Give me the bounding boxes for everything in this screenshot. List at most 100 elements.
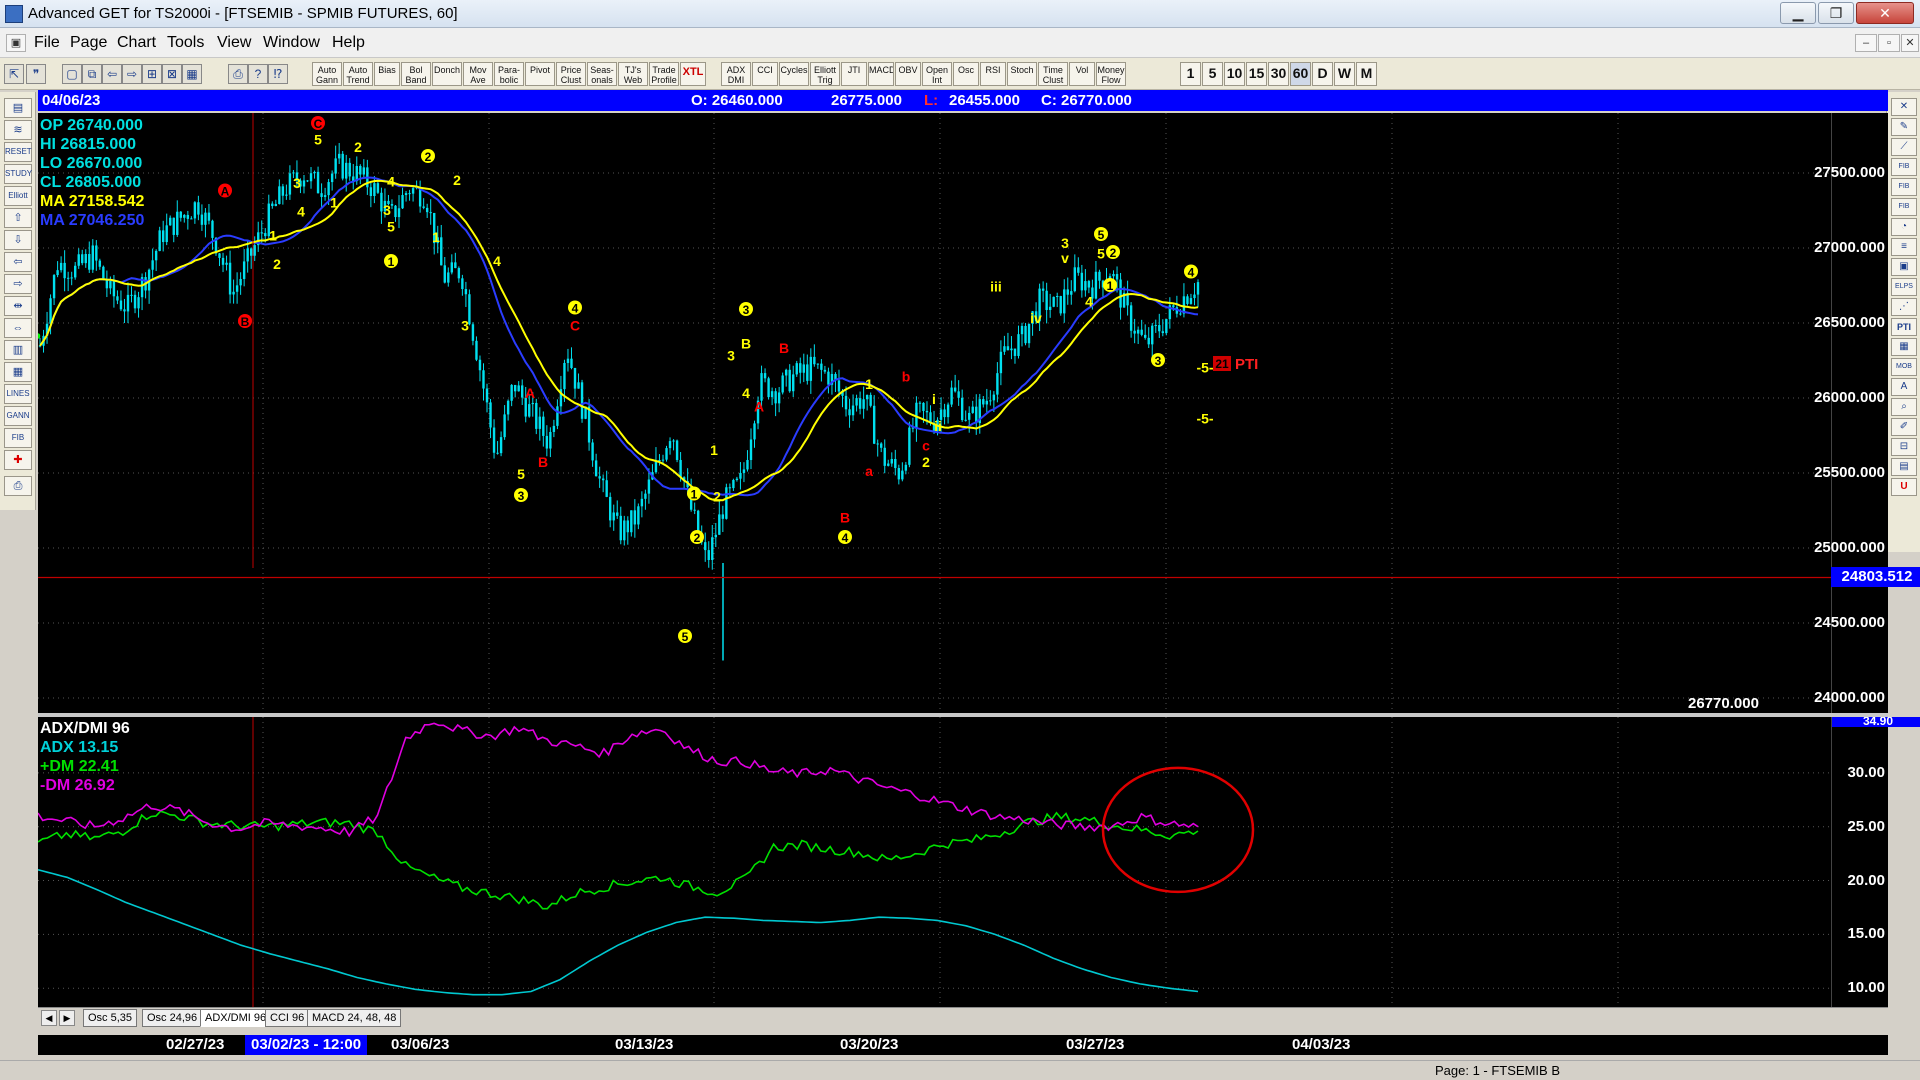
arrow-down-icon[interactable]: ⇩	[4, 230, 32, 250]
toolbar-button-rsi[interactable]: RSI	[980, 62, 1006, 86]
mob-button[interactable]: MOB	[1891, 358, 1917, 376]
toolbar-button-auto-gann[interactable]: Auto Gann	[312, 62, 342, 86]
price-axis[interactable]: 27500.000 27000.000 26500.000 26000.000 2550…	[1814, 113, 1888, 713]
text-tool-icon[interactable]: A	[1891, 378, 1917, 396]
pti-button[interactable]: PTI	[1891, 318, 1917, 336]
expand-icon[interactable]: ⇔	[4, 318, 32, 338]
toolbar-button-cci[interactable]: CCI	[752, 62, 778, 86]
ruler-icon[interactable]: ⊟	[1891, 438, 1917, 456]
close-button[interactable]: ✕	[1856, 2, 1914, 24]
toolbar-button-adx-dmi[interactable]: ADX DMI	[721, 62, 751, 86]
mdi-close-button[interactable]: ✕	[1901, 34, 1919, 52]
delete-icon[interactable]: ⊠	[162, 64, 182, 84]
arrow-up-icon[interactable]: ⇧	[4, 208, 32, 228]
zoom-icon[interactable]: ⌕	[1891, 398, 1917, 416]
brush-icon[interactable]: ✐	[1891, 418, 1917, 436]
grid-icon[interactable]: ▦	[182, 64, 202, 84]
toolbar-button-auto-trend[interactable]: Auto Trend	[343, 62, 373, 86]
period-button-60[interactable]: 60	[1290, 62, 1311, 86]
adx-dmi-chart[interactable]	[38, 717, 1831, 1007]
channel-icon[interactable]: ≡	[1891, 238, 1917, 256]
fib-ret-button[interactable]: FIB RET	[1891, 158, 1917, 186]
tab-osc-24-96[interactable]: Osc 24,96	[142, 1009, 203, 1027]
lines-button[interactable]: LINES	[4, 384, 32, 404]
gann-button[interactable]: GANN	[4, 406, 32, 426]
menu-window[interactable]: Window	[263, 34, 320, 52]
toolbar-button-obv[interactable]: OBV	[895, 62, 921, 86]
fan-icon[interactable]: ◔	[1891, 218, 1917, 236]
toolbar-button-seas-onals[interactable]: Seas-onals	[587, 62, 617, 86]
minimize-button[interactable]: ▁	[1780, 2, 1816, 24]
menu-file[interactable]: File	[34, 34, 60, 52]
toolbar-button-trade-profile[interactable]: Trade Profile	[649, 62, 679, 86]
gann-fan-icon[interactable]: ⋰	[1891, 298, 1917, 316]
fib-ext-button[interactable]: FIB EXT	[1891, 178, 1917, 206]
period-button-d[interactable]: D	[1312, 62, 1333, 86]
toolbar-button-tj-s-web[interactable]: TJ's Web	[618, 62, 648, 86]
ellipse-button[interactable]: ELPS	[1891, 278, 1917, 296]
toolbar-button-pivot[interactable]: Pivot	[525, 62, 555, 86]
crosshair-icon[interactable]: ✚	[4, 450, 32, 470]
box-icon[interactable]: ▣	[1891, 258, 1917, 276]
fib-button[interactable]: FIB	[4, 428, 32, 448]
tab-osc-5-35[interactable]: Osc 5,35	[83, 1009, 138, 1027]
quote-icon[interactable]: ❞	[26, 64, 46, 84]
document-icon[interactable]: ▣	[6, 34, 26, 52]
undo-u-icon[interactable]: U	[1891, 478, 1917, 496]
toolbar-button-time-clust[interactable]: Time Clust	[1038, 62, 1068, 86]
toolbar-button-cycles[interactable]: Cycles	[779, 62, 809, 86]
toolbar-button-bias[interactable]: Bias	[374, 62, 400, 86]
tab-scroll-right-button[interactable]: ▶	[59, 1010, 75, 1026]
bar-chart-icon[interactable]: ▥	[4, 340, 32, 360]
clear-icon[interactable]: ✕	[1891, 98, 1917, 116]
maximize-button[interactable]: ❐	[1818, 2, 1854, 24]
layout-icon[interactable]: ⊞	[142, 64, 162, 84]
arrow-left-icon[interactable]: ⇦	[4, 252, 32, 272]
forward-icon[interactable]: ⇨	[122, 64, 142, 84]
back-icon[interactable]: ⇦	[102, 64, 122, 84]
study-button[interactable]: STUDY	[4, 164, 32, 184]
reset-button[interactable]: RESET	[4, 142, 32, 162]
tab-scroll-left-button[interactable]: ◀	[41, 1010, 57, 1026]
toolbar-button-elliott-trig[interactable]: Elliott Trig	[810, 62, 840, 86]
pencil-icon[interactable]: ✎	[1891, 118, 1917, 136]
menu-tools[interactable]: Tools	[167, 34, 204, 52]
grid-tool-icon[interactable]: ▦	[1891, 338, 1917, 356]
toolbar-button-jti[interactable]: JTI	[841, 62, 867, 86]
menu-page[interactable]: Page	[70, 34, 107, 52]
open-chart-icon[interactable]: ▤	[4, 98, 32, 118]
trendline-icon[interactable]: ⟋	[1891, 138, 1917, 156]
toolbar-button-donch[interactable]: Donch	[432, 62, 462, 86]
toolbar-button-price-clust[interactable]: Price Clust	[556, 62, 586, 86]
print-icon[interactable]: ⎙	[228, 64, 248, 84]
menu-view[interactable]: View	[217, 34, 251, 52]
indicator-pane[interactable]: ADX/DMI 96 ADX 13.15 +DM 22.41 -DM 26.92…	[38, 717, 1920, 1007]
price-chart[interactable]: ABC5 234112435122143AB534C3B3 B4A11 2251 baB…	[38, 113, 1831, 713]
period-button-w[interactable]: W	[1334, 62, 1355, 86]
new-page-icon[interactable]: ▢	[62, 64, 82, 84]
toolbar-button-stoch[interactable]: Stoch	[1007, 62, 1037, 86]
toolbar-button-osc[interactable]: Osc	[953, 62, 979, 86]
indicator-axis[interactable]: 10.00 15.00 20.00 25.00 30.00 34.90	[1831, 717, 1920, 1007]
elliott-button[interactable]: Elliott	[4, 186, 32, 206]
context-help-icon[interactable]: ⁉	[268, 64, 288, 84]
menu-help[interactable]: Help	[332, 34, 365, 52]
tab-cci-96[interactable]: CCI 96	[265, 1009, 310, 1027]
period-button-30[interactable]: 30	[1268, 62, 1289, 86]
notes-icon[interactable]: ▤	[1891, 458, 1917, 476]
copy-icon[interactable]: ⧉	[82, 64, 102, 84]
layers-icon[interactable]: ≋	[4, 120, 32, 140]
period-button-m[interactable]: M	[1356, 62, 1377, 86]
compress-icon[interactable]: ⇹	[4, 296, 32, 316]
menu-chart[interactable]: Chart	[117, 34, 156, 52]
toolbar-button-xtl[interactable]: XTL	[680, 62, 706, 86]
fib-time-button[interactable]: FIB TIME	[1891, 198, 1917, 226]
toolbar-button-open-int[interactable]: Open Int	[922, 62, 952, 86]
print-setup-icon[interactable]: ⎙	[4, 476, 32, 496]
info-icon[interactable]: ?	[248, 64, 268, 84]
toolbar-button-para-bolic[interactable]: Para-bolic	[494, 62, 524, 86]
price-pane[interactable]: ABC5234112435122143AB534C3B3B4A112251baB…	[38, 113, 1920, 713]
toolbar-button-macd[interactable]: MACD	[868, 62, 894, 86]
toolbar-button-bol-band[interactable]: Bol Band	[401, 62, 431, 86]
period-button-15[interactable]: 15	[1246, 62, 1267, 86]
